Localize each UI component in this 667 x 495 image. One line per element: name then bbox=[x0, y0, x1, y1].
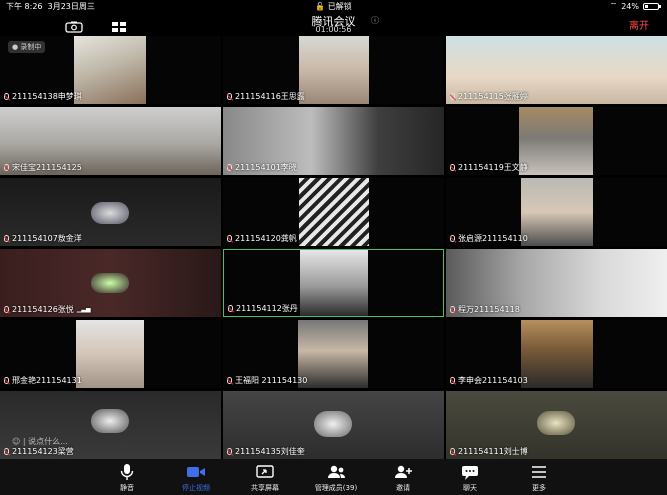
participant-video bbox=[299, 178, 369, 246]
participant-label: 邢金艳211154131 bbox=[4, 375, 82, 386]
recording-badge: ● 录制中 bbox=[8, 41, 46, 53]
mic-muted-icon bbox=[450, 164, 455, 171]
more-button[interactable]: 更多 bbox=[509, 462, 569, 493]
participant-label: 张启源211154110 bbox=[450, 233, 528, 244]
status-lock: 🔓 已解锁 bbox=[315, 2, 352, 11]
mic-muted-icon bbox=[4, 448, 9, 455]
participant-avatar bbox=[91, 273, 129, 293]
meeting-header: 腾讯会议 ⓘ 01:00:56 离开 bbox=[0, 12, 667, 36]
participant-label: 211154112张丹 bbox=[228, 303, 298, 314]
participant-label: 王福阳 211154130 bbox=[227, 375, 307, 386]
participant-label: 211154120龚帆 bbox=[227, 233, 297, 244]
mic-muted-icon bbox=[227, 164, 232, 171]
video-tile[interactable]: 程万211154118 bbox=[446, 249, 667, 317]
participant-avatar bbox=[314, 411, 352, 437]
participant-video bbox=[74, 36, 146, 104]
share-screen-button[interactable]: 共享屏幕 bbox=[235, 462, 295, 493]
invite-button[interactable]: 邀请 bbox=[373, 462, 433, 493]
mic-muted-icon bbox=[450, 306, 455, 313]
chat-icon bbox=[462, 466, 478, 480]
participant-label: 李申会211154103 bbox=[450, 375, 528, 386]
participant-video bbox=[298, 320, 368, 388]
participant-label: 宋佳宝211154125 bbox=[4, 162, 82, 173]
video-tile[interactable]: 宋佳宝211154125 bbox=[0, 107, 221, 175]
participant-label: 程万211154118 bbox=[450, 304, 520, 315]
mute-button[interactable]: 静音 bbox=[97, 462, 157, 493]
bottom-toolbar: 静音 停止视频 共享屏幕 管理成员(39) 邀请 聊天 更多 bbox=[0, 459, 667, 495]
video-tile[interactable]: 211154101李晓 bbox=[223, 107, 444, 175]
video-grid: ● 录制中 211154138申梦琪 211154116王思露 21115411… bbox=[0, 36, 667, 459]
mic-muted-icon bbox=[4, 306, 9, 313]
status-bar: 下午 8:26 3月23日周三 🔓 已解锁 ⌔ 24% bbox=[0, 0, 667, 12]
video-tile[interactable]: 211154107敖金洋 bbox=[0, 178, 221, 246]
participant-video bbox=[299, 36, 369, 104]
video-tile-active-speaker[interactable]: 211154112张丹 bbox=[223, 249, 444, 317]
video-tile[interactable]: 211154111刘士博 bbox=[446, 391, 667, 459]
mic-muted-icon bbox=[227, 448, 232, 455]
manage-members-button[interactable]: 管理成员(39) bbox=[304, 462, 368, 493]
mic-muted-icon bbox=[227, 93, 232, 100]
video-tile[interactable]: 211154119王文静 bbox=[446, 107, 667, 175]
video-tile[interactable]: 李申会211154103 bbox=[446, 320, 667, 388]
more-menu-icon bbox=[532, 466, 546, 478]
video-tile[interactable]: 211154126张悦 ▁▃▅ bbox=[0, 249, 221, 317]
mic-muted-icon bbox=[227, 235, 232, 242]
participant-video bbox=[521, 178, 593, 246]
video-tile[interactable]: 211154135刘佳奎 bbox=[223, 391, 444, 459]
participant-video bbox=[521, 320, 593, 388]
video-tile[interactable]: 王福阳 211154130 bbox=[223, 320, 444, 388]
meeting-timer: 01:00:56 bbox=[315, 25, 352, 34]
video-tile[interactable]: 211154120龚帆 bbox=[223, 178, 444, 246]
participant-video bbox=[519, 107, 593, 175]
mic-muted-icon bbox=[4, 93, 9, 100]
video-tile[interactable]: 211154115张雁婷 bbox=[446, 36, 667, 104]
signal-icon: ▁▃▅ bbox=[76, 306, 91, 313]
mic-muted-icon bbox=[450, 235, 455, 242]
participant-label: 211154126张悦 ▁▃▅ bbox=[4, 304, 91, 315]
participant-label: 211154111刘士博 bbox=[450, 446, 528, 457]
mic-muted-icon bbox=[4, 235, 9, 242]
participant-avatar bbox=[537, 411, 575, 435]
participant-video bbox=[300, 250, 368, 316]
video-tile[interactable]: ☺ | 说点什么... 211154123梁营 bbox=[0, 391, 221, 459]
mic-muted-icon bbox=[450, 448, 455, 455]
mic-muted-icon bbox=[227, 377, 232, 384]
share-screen-icon bbox=[256, 465, 274, 478]
participant-label: 211154116王思露 bbox=[227, 91, 305, 102]
wifi-icon: ⌔ bbox=[609, 1, 618, 10]
mic-muted-icon bbox=[228, 305, 233, 312]
battery-percent: 24% bbox=[621, 1, 639, 11]
add-user-icon bbox=[395, 465, 412, 478]
video-tile[interactable]: 邢金艳211154131 bbox=[0, 320, 221, 388]
leave-button[interactable]: 离开 bbox=[629, 17, 649, 32]
participant-video bbox=[76, 320, 144, 388]
microphone-icon bbox=[120, 464, 134, 480]
participant-label: 211154138申梦琪 bbox=[4, 91, 82, 102]
video-tile[interactable]: 张启源211154110 bbox=[446, 178, 667, 246]
mic-muted-icon bbox=[450, 377, 455, 384]
participant-label: 211154123梁营 bbox=[4, 446, 74, 457]
participant-label: 211154119王文静 bbox=[450, 162, 528, 173]
mic-muted-icon bbox=[4, 164, 9, 171]
participant-label: 211154115张雁婷 bbox=[450, 91, 528, 102]
participant-label: 211154107敖金洋 bbox=[4, 233, 82, 244]
chat-button[interactable]: 聊天 bbox=[440, 462, 500, 493]
participant-label: 211154135刘佳奎 bbox=[227, 446, 305, 457]
video-tile[interactable]: 211154116王思露 bbox=[223, 36, 444, 104]
video-tile[interactable]: ● 录制中 211154138申梦琪 bbox=[0, 36, 221, 104]
status-right: ⌔ 24% bbox=[609, 1, 661, 11]
mic-muted-icon bbox=[450, 93, 455, 100]
participant-avatar bbox=[91, 202, 129, 224]
stop-video-button[interactable]: 停止视频 bbox=[166, 462, 226, 493]
members-icon bbox=[328, 465, 345, 478]
mic-muted-icon bbox=[4, 377, 9, 384]
participant-label: 211154101李晓 bbox=[227, 162, 297, 173]
battery-icon bbox=[643, 2, 661, 10]
video-camera-icon bbox=[187, 467, 205, 477]
participant-avatar bbox=[91, 409, 129, 433]
